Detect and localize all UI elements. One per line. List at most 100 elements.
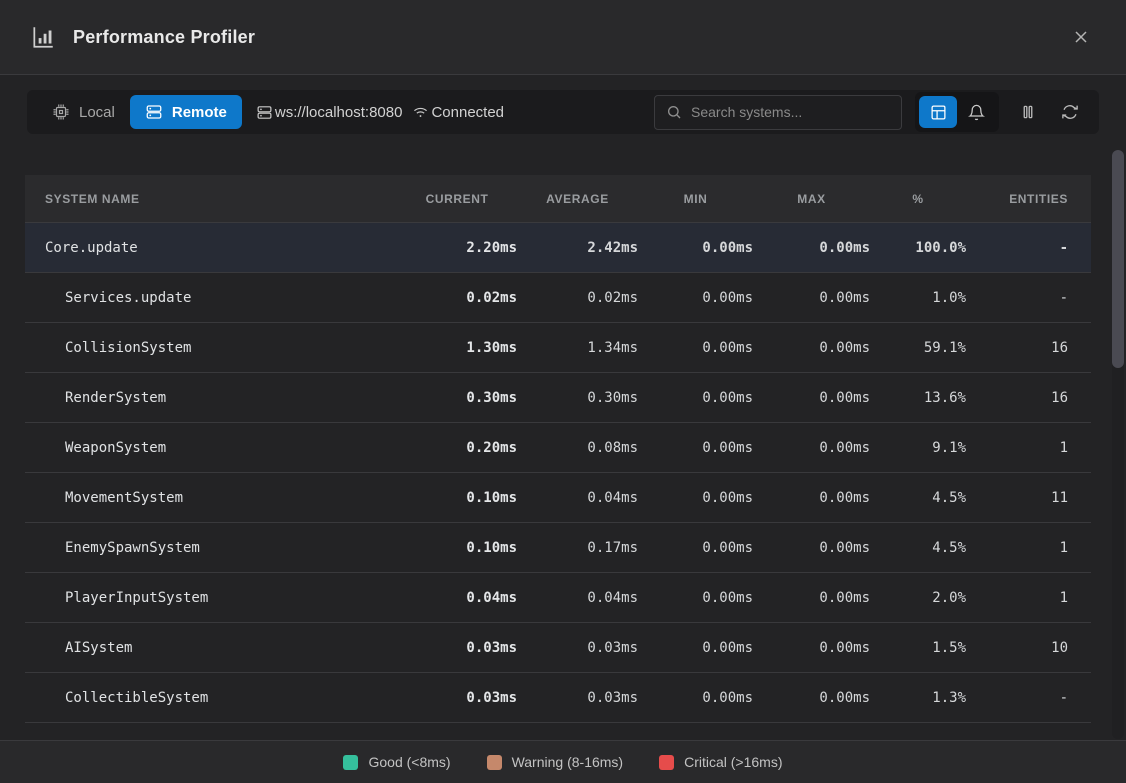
search-icon: [666, 104, 682, 120]
min-cell: 0.00ms: [638, 290, 753, 306]
min-cell: 0.00ms: [638, 240, 753, 256]
average-cell: 1.34ms: [517, 340, 638, 356]
column-header-min[interactable]: MIN: [638, 192, 753, 206]
legend-item: Warning (8-16ms): [487, 754, 624, 770]
legend-label: Critical (>16ms): [684, 754, 782, 770]
current-cell: 2.20ms: [397, 240, 517, 256]
min-cell: 0.00ms: [638, 390, 753, 406]
min-cell: 0.00ms: [638, 540, 753, 556]
entities-cell: -: [966, 240, 1068, 256]
legend-label: Warning (8-16ms): [512, 754, 624, 770]
percent-cell: 4.5%: [870, 540, 966, 556]
percent-cell: 100.0%: [870, 240, 966, 256]
server-icon: [145, 103, 163, 121]
column-header-percent[interactable]: %: [870, 192, 966, 206]
table-view-button[interactable]: [919, 96, 957, 128]
current-cell: 0.10ms: [397, 490, 517, 506]
legend-footer: Good (<8ms) Warning (8-16ms) Critical (>…: [0, 740, 1126, 783]
min-cell: 0.00ms: [638, 690, 753, 706]
column-header-entities[interactable]: ENTITIES: [966, 192, 1068, 206]
column-header-current[interactable]: CURRENT: [397, 192, 517, 206]
table-row[interactable]: RenderSystem 0.30ms 0.30ms 0.00ms 0.00ms…: [25, 373, 1091, 423]
percent-cell: 1.5%: [870, 640, 966, 656]
table-row[interactable]: WeaponSystem 0.20ms 0.08ms 0.00ms 0.00ms…: [25, 423, 1091, 473]
column-header-average[interactable]: AVERAGE: [517, 192, 638, 206]
system-name-cell: PlayerInputSystem: [45, 590, 397, 606]
table-layout-icon: [930, 104, 947, 121]
cpu-icon: [52, 103, 70, 121]
scrollbar[interactable]: [1112, 150, 1124, 739]
websocket-url-text: ws://localhost:8080: [275, 104, 403, 121]
remote-mode-button[interactable]: Remote: [130, 95, 242, 129]
entities-cell: 16: [966, 340, 1068, 356]
app-header: Performance Profiler: [0, 0, 1126, 75]
legend-color-swatch: [343, 755, 358, 770]
max-cell: 0.00ms: [753, 340, 870, 356]
legend-label: Good (<8ms): [368, 754, 450, 770]
table-row[interactable]: PlayerInputSystem 0.04ms 0.04ms 0.00ms 0…: [25, 573, 1091, 623]
column-header-max[interactable]: MAX: [753, 192, 870, 206]
table-row[interactable]: Core.update 2.20ms 2.42ms 0.00ms 0.00ms …: [25, 223, 1091, 273]
system-name-cell: EnemySpawnSystem: [45, 540, 397, 556]
current-cell: 0.10ms: [397, 540, 517, 556]
toolbar: Local Remote ws://localhost:8080: [27, 90, 1099, 134]
average-cell: 0.04ms: [517, 590, 638, 606]
table-body: Core.update 2.20ms 2.42ms 0.00ms 0.00ms …: [25, 223, 1091, 723]
system-name-cell: MovementSystem: [45, 490, 397, 506]
percent-cell: 59.1%: [870, 340, 966, 356]
entities-cell: 1: [966, 590, 1068, 606]
legend-item: Good (<8ms): [343, 754, 450, 770]
alerts-button[interactable]: [957, 96, 995, 128]
system-name-cell: Core.update: [45, 240, 397, 256]
system-name-cell: CollectibleSystem: [45, 690, 397, 706]
table-row[interactable]: EnemySpawnSystem 0.10ms 0.17ms 0.00ms 0.…: [25, 523, 1091, 573]
system-name-cell: AISystem: [45, 640, 397, 656]
page-title: Performance Profiler: [73, 27, 255, 48]
max-cell: 0.00ms: [753, 390, 870, 406]
percent-cell: 13.6%: [870, 390, 966, 406]
entities-cell: 16: [966, 390, 1068, 406]
current-cell: 0.03ms: [397, 640, 517, 656]
min-cell: 0.00ms: [638, 490, 753, 506]
current-cell: 0.03ms: [397, 690, 517, 706]
current-cell: 0.20ms: [397, 440, 517, 456]
percent-cell: 2.0%: [870, 590, 966, 606]
table-header-row: SYSTEM NAME CURRENT AVERAGE MIN MAX % EN…: [25, 175, 1091, 223]
percent-cell: 1.0%: [870, 290, 966, 306]
legend-color-swatch: [659, 755, 674, 770]
current-cell: 0.04ms: [397, 590, 517, 606]
average-cell: 0.17ms: [517, 540, 638, 556]
max-cell: 0.00ms: [753, 240, 870, 256]
refresh-button[interactable]: [1053, 95, 1087, 129]
table-row[interactable]: CollisionSystem 1.30ms 1.34ms 0.00ms 0.0…: [25, 323, 1091, 373]
systems-table: SYSTEM NAME CURRENT AVERAGE MIN MAX % EN…: [25, 175, 1091, 723]
system-name-cell: RenderSystem: [45, 390, 397, 406]
current-cell: 0.30ms: [397, 390, 517, 406]
table-row[interactable]: Services.update 0.02ms 0.02ms 0.00ms 0.0…: [25, 273, 1091, 323]
entities-cell: 11: [966, 490, 1068, 506]
scrollbar-thumb[interactable]: [1112, 150, 1124, 368]
average-cell: 0.03ms: [517, 690, 638, 706]
table-row[interactable]: CollectibleSystem 0.03ms 0.03ms 0.00ms 0…: [25, 673, 1091, 723]
column-header-system-name[interactable]: SYSTEM NAME: [45, 192, 397, 206]
max-cell: 0.00ms: [753, 290, 870, 306]
average-cell: 0.03ms: [517, 640, 638, 656]
bell-icon: [968, 104, 985, 121]
system-name-cell: CollisionSystem: [45, 340, 397, 356]
max-cell: 0.00ms: [753, 590, 870, 606]
percent-cell: 1.3%: [870, 690, 966, 706]
close-icon[interactable]: [1066, 22, 1096, 52]
entities-cell: 1: [966, 440, 1068, 456]
average-cell: 0.04ms: [517, 490, 638, 506]
pause-icon: [1019, 103, 1037, 121]
websocket-url: ws://localhost:8080: [256, 104, 403, 121]
search-input[interactable]: [691, 104, 890, 120]
refresh-icon: [1061, 103, 1079, 121]
table-row[interactable]: AISystem 0.03ms 0.03ms 0.00ms 0.00ms 1.5…: [25, 623, 1091, 673]
local-mode-button[interactable]: Local: [37, 95, 130, 129]
pause-button[interactable]: [1011, 95, 1045, 129]
table-row[interactable]: MovementSystem 0.10ms 0.04ms 0.00ms 0.00…: [25, 473, 1091, 523]
max-cell: 0.00ms: [753, 540, 870, 556]
connection-status: Connected: [412, 104, 504, 121]
entities-cell: -: [966, 290, 1068, 306]
